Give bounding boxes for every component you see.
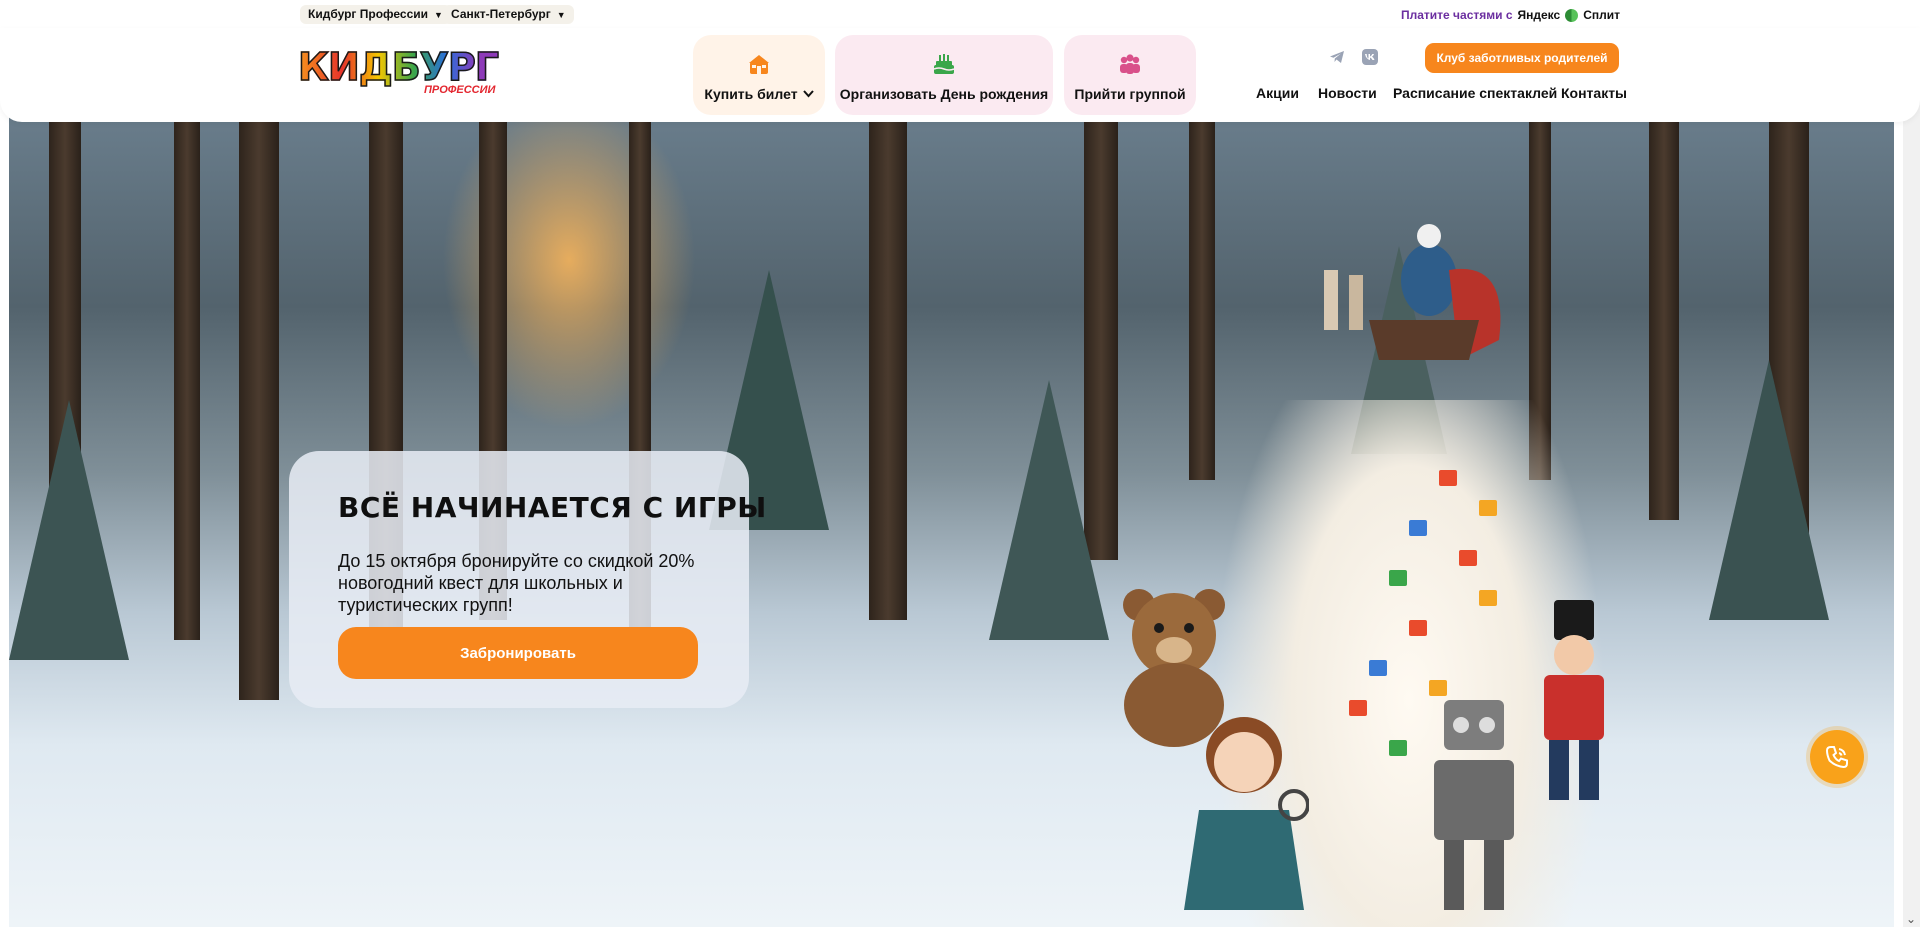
yandex-split-banner[interactable]: Платите частями с Яндекс Сплит (1401, 8, 1620, 22)
split-brand-a: Яндекс (1517, 8, 1561, 22)
menu-item-news[interactable]: Новости (1318, 85, 1377, 101)
nav-card-buy-ticket[interactable]: Купить билет (693, 35, 825, 115)
city-select[interactable]: Санкт-Петербург ▼ (443, 5, 574, 24)
call-button[interactable] (1810, 730, 1864, 784)
menu-item-contacts[interactable]: Контакты (1561, 85, 1627, 101)
menu-item-schedule[interactable]: Расписание спектаклей (1393, 85, 1557, 101)
gift-box (1439, 470, 1457, 486)
gift-box (1479, 590, 1497, 606)
brand-select[interactable]: Кидбург Профессии ▼ (300, 5, 451, 24)
promo-text: До 15 октября бронируйте со скидкой 20% … (338, 551, 695, 615)
phone-icon (1825, 746, 1848, 769)
hero-banner: ВСЁ НАЧИНАЕТСЯ С ИГРЫ До 15 октября брон… (9, 100, 1894, 927)
robot-illustration (1434, 700, 1514, 910)
top-strip: Кидбург Профессии ▼ Санкт-Петербург ▼ Пл… (0, 0, 1920, 28)
nav-card-group[interactable]: Прийти группой (1064, 35, 1196, 115)
ticket-house-icon (749, 55, 769, 74)
nav-card-birthday-label: Организовать День рождения (839, 86, 1049, 102)
scroll-down-icon[interactable]: ⌄ (1906, 912, 1916, 926)
tree-trunk (174, 100, 200, 640)
brand-select-label: Кидбург Профессии (308, 7, 428, 21)
promo-card: ВСЁ НАЧИНАЕТСЯ С ИГРЫ До 15 октября брон… (289, 451, 766, 708)
chevron-down-icon: ▼ (434, 10, 443, 20)
split-lead-text: Платите частями с (1401, 8, 1513, 22)
nav-card-group-label: Прийти группой (1074, 86, 1186, 102)
site-logo[interactable]: КИДБУРГ ПРОФЕССИИ (297, 45, 500, 100)
gift-box (1349, 700, 1367, 716)
gift-box (1389, 570, 1407, 586)
gift-box (1409, 520, 1427, 536)
chevron-down-icon (802, 90, 814, 98)
telegram-icon[interactable] (1328, 48, 1346, 66)
club-parents-button[interactable]: Клуб заботливых родителей (1425, 43, 1619, 73)
site-header: КИДБУРГ ПРОФЕССИИ Купить билет Организов… (0, 28, 1920, 122)
book-button[interactable]: Забронировать (338, 627, 698, 679)
gift-box (1479, 500, 1497, 516)
girl-illustration (1184, 717, 1309, 910)
tree-trunk (869, 100, 907, 620)
chevron-down-icon: ▼ (556, 10, 566, 20)
promo-title: ВСЁ НАЧИНАЕТСЯ С ИГРЫ (338, 491, 767, 524)
nav-card-buy-label: Купить билет (704, 86, 798, 102)
gift-box (1389, 740, 1407, 756)
vk-icon[interactable] (1361, 48, 1379, 66)
nav-card-birthday[interactable]: Организовать День рождения (835, 35, 1053, 115)
logo-subtitle: ПРОФЕССИИ (424, 84, 496, 96)
gift-box (1459, 550, 1477, 566)
snowy-fir (1709, 360, 1829, 620)
page-scrollbar[interactable] (1903, 100, 1920, 927)
gift-box (1369, 660, 1387, 676)
people-group-icon (1120, 54, 1140, 74)
split-brand-b: Сплит (1583, 8, 1620, 22)
city-select-label: Санкт-Петербург (451, 7, 551, 21)
split-logo-icon (1565, 8, 1579, 22)
sleigh-illustration (1324, 224, 1501, 360)
snowy-fir (9, 400, 129, 660)
logo-wordmark: КИДБУРГ (297, 45, 500, 89)
menu-item-promotions[interactable]: Акции (1256, 85, 1299, 101)
gift-box (1409, 620, 1427, 636)
birthday-cake-icon (933, 54, 955, 74)
tree-trunk (239, 100, 279, 700)
toy-soldier-illustration (1544, 600, 1604, 800)
